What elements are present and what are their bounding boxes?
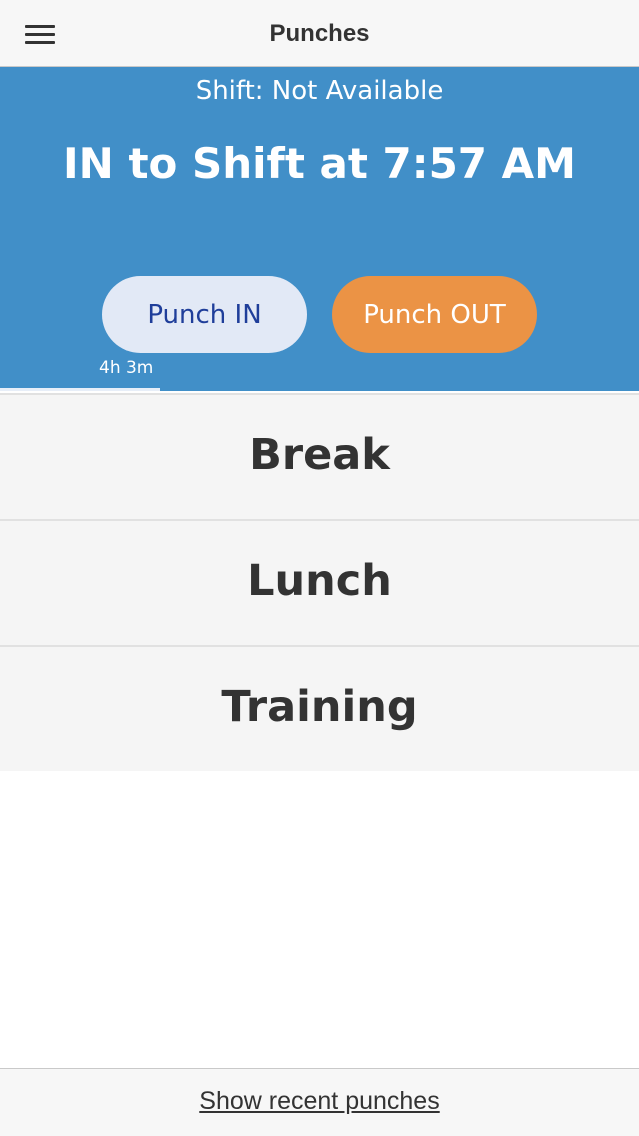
footer: Show recent punches bbox=[0, 1068, 639, 1136]
option-break[interactable]: Break bbox=[0, 393, 639, 519]
punch-type-list: Break Lunch Training bbox=[0, 393, 639, 771]
shift-punch-time: IN to Shift at 7:57 AM bbox=[63, 139, 576, 188]
show-recent-punches-link[interactable]: Show recent punches bbox=[0, 1087, 639, 1116]
page-title: Punches bbox=[269, 20, 370, 47]
punch-out-button[interactable]: Punch OUT bbox=[332, 276, 537, 353]
elapsed-progress-bar bbox=[0, 388, 160, 391]
punch-in-button[interactable]: Punch IN bbox=[102, 276, 307, 353]
elapsed-time: 4h 3m bbox=[99, 358, 154, 378]
shift-panel: Shift: Not Available IN to Shift at 7:57… bbox=[0, 67, 639, 391]
option-lunch[interactable]: Lunch bbox=[0, 519, 639, 645]
nav-bar: Punches bbox=[0, 0, 639, 67]
option-training[interactable]: Training bbox=[0, 645, 639, 771]
shift-status: Shift: Not Available bbox=[195, 76, 444, 106]
punches-screen: Punches Shift: Not Available IN to Shift… bbox=[0, 0, 639, 1136]
